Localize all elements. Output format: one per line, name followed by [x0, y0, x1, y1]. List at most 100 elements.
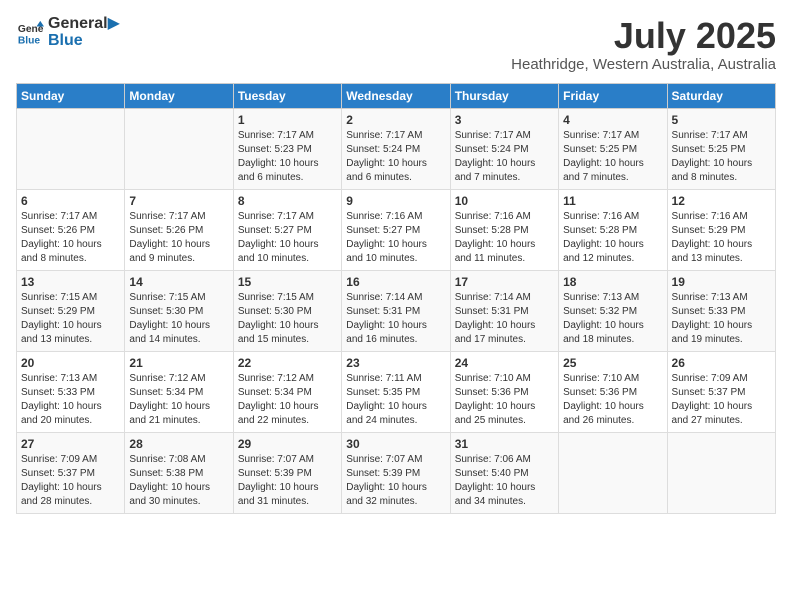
calendar-week-3: 13Sunrise: 7:15 AMSunset: 5:29 PMDayligh…	[17, 270, 776, 351]
calendar-cell: 30 Sunrise: 7:07 AMSunset: 5:39 PMDayligh…	[342, 432, 450, 513]
day-info: Sunrise: 7:16 AMSunset: 5:28 PMDaylight:…	[563, 210, 662, 266]
calendar-cell: 25Sunrise: 7:10 AMSunset: 5:36 PMDayligh…	[559, 351, 667, 432]
calendar-cell: 14Sunrise: 7:15 AMSunset: 5:30 PMDayligh…	[125, 270, 233, 351]
day-header-tuesday: Tuesday	[233, 83, 341, 108]
calendar-cell: 20Sunrise: 7:13 AMSunset: 5:33 PMDayligh…	[17, 351, 125, 432]
calendar-cell: 10 Sunrise: 7:16 AMSunset: 5:28 PMDayligh…	[450, 189, 558, 270]
day-number: 3	[455, 113, 554, 127]
day-info: Sunrise: 7:17 AMSunset: 5:26 PMDaylight:…	[129, 210, 228, 266]
calendar-cell	[17, 108, 125, 189]
calendar-cell: 31 Sunrise: 7:06 AMSunset: 5:40 PMDayligh…	[450, 432, 558, 513]
day-number: 12	[672, 194, 771, 208]
calendar-cell: 15 Sunrise: 7:15 AMSunset: 5:30 PMDayligh…	[233, 270, 341, 351]
calendar-cell: 26Sunrise: 7:09 AMSunset: 5:37 PMDayligh…	[667, 351, 775, 432]
calendar-cell	[667, 432, 775, 513]
day-number: 10	[455, 194, 554, 208]
calendar-cell: 12 Sunrise: 7:16 AMSunset: 5:29 PMDayligh…	[667, 189, 775, 270]
day-header-thursday: Thursday	[450, 83, 558, 108]
day-number: 28	[129, 437, 228, 451]
day-number: 19	[672, 275, 771, 289]
day-info: Sunrise: 7:09 AMSunset: 5:37 PMDaylight:…	[21, 453, 120, 509]
day-info: Sunrise: 7:12 AMSunset: 5:34 PMDaylight:…	[129, 372, 228, 428]
calendar-cell: 17 Sunrise: 7:14 AMSunset: 5:31 PMDayligh…	[450, 270, 558, 351]
day-number: 29	[238, 437, 337, 451]
calendar-cell: 3 Sunrise: 7:17 AMSunset: 5:24 PMDaylight…	[450, 108, 558, 189]
day-number: 17	[455, 275, 554, 289]
day-number: 24	[455, 356, 554, 370]
day-number: 18	[563, 275, 662, 289]
day-number: 22	[238, 356, 337, 370]
day-info: Sunrise: 7:07 AMSunset: 5:39 PMDaylight:…	[346, 453, 445, 509]
day-info: Sunrise: 7:09 AMSunset: 5:37 PMDaylight:…	[672, 372, 771, 428]
calendar-header-row: SundayMondayTuesdayWednesdayThursdayFrid…	[17, 83, 776, 108]
day-number: 6	[21, 194, 120, 208]
day-number: 31	[455, 437, 554, 451]
day-number: 20	[21, 356, 120, 370]
day-info: Sunrise: 7:16 AMSunset: 5:28 PMDaylight:…	[455, 210, 554, 266]
day-info: Sunrise: 7:17 AMSunset: 5:23 PMDaylight:…	[238, 129, 337, 185]
day-header-saturday: Saturday	[667, 83, 775, 108]
day-info: Sunrise: 7:15 AMSunset: 5:30 PMDaylight:…	[238, 291, 337, 347]
day-number: 5	[672, 113, 771, 127]
svg-text:Blue: Blue	[18, 35, 41, 46]
day-number: 9	[346, 194, 445, 208]
calendar-table: SundayMondayTuesdayWednesdayThursdayFrid…	[16, 83, 776, 514]
calendar-cell: 7Sunrise: 7:17 AMSunset: 5:26 PMDaylight…	[125, 189, 233, 270]
day-info: Sunrise: 7:06 AMSunset: 5:40 PMDaylight:…	[455, 453, 554, 509]
logo-icon: General Blue	[16, 19, 44, 47]
day-info: Sunrise: 7:16 AMSunset: 5:29 PMDaylight:…	[672, 210, 771, 266]
calendar-cell: 5Sunrise: 7:17 AMSunset: 5:25 PMDaylight…	[667, 108, 775, 189]
day-info: Sunrise: 7:17 AMSunset: 5:26 PMDaylight:…	[21, 210, 120, 266]
calendar-cell: 8 Sunrise: 7:17 AMSunset: 5:27 PMDaylight…	[233, 189, 341, 270]
day-number: 2	[346, 113, 445, 127]
calendar-cell: 24 Sunrise: 7:10 AMSunset: 5:36 PMDayligh…	[450, 351, 558, 432]
calendar-cell: 9 Sunrise: 7:16 AMSunset: 5:27 PMDaylight…	[342, 189, 450, 270]
calendar-cell: 21 Sunrise: 7:12 AMSunset: 5:34 PMDayligh…	[125, 351, 233, 432]
calendar-week-4: 20Sunrise: 7:13 AMSunset: 5:33 PMDayligh…	[17, 351, 776, 432]
day-info: Sunrise: 7:08 AMSunset: 5:38 PMDaylight:…	[129, 453, 228, 509]
logo: General Blue General▶ Blue	[16, 16, 120, 50]
calendar-cell: 6 Sunrise: 7:17 AMSunset: 5:26 PMDaylight…	[17, 189, 125, 270]
day-info: Sunrise: 7:12 AMSunset: 5:34 PMDaylight:…	[238, 372, 337, 428]
calendar-cell: 1 Sunrise: 7:17 AMSunset: 5:23 PMDaylight…	[233, 108, 341, 189]
day-info: Sunrise: 7:10 AMSunset: 5:36 PMDaylight:…	[563, 372, 662, 428]
calendar-cell	[125, 108, 233, 189]
calendar-body: 1 Sunrise: 7:17 AMSunset: 5:23 PMDaylight…	[17, 108, 776, 513]
month-title: July 2025	[511, 16, 776, 56]
calendar-cell: 16Sunrise: 7:14 AMSunset: 5:31 PMDayligh…	[342, 270, 450, 351]
day-number: 15	[238, 275, 337, 289]
calendar-cell: 13Sunrise: 7:15 AMSunset: 5:29 PMDayligh…	[17, 270, 125, 351]
calendar-cell: 18 Sunrise: 7:13 AMSunset: 5:32 PMDayligh…	[559, 270, 667, 351]
day-info: Sunrise: 7:17 AMSunset: 5:24 PMDaylight:…	[455, 129, 554, 185]
day-number: 4	[563, 113, 662, 127]
day-info: Sunrise: 7:10 AMSunset: 5:36 PMDaylight:…	[455, 372, 554, 428]
day-info: Sunrise: 7:16 AMSunset: 5:27 PMDaylight:…	[346, 210, 445, 266]
day-info: Sunrise: 7:14 AMSunset: 5:31 PMDaylight:…	[346, 291, 445, 347]
day-header-wednesday: Wednesday	[342, 83, 450, 108]
day-number: 27	[21, 437, 120, 451]
day-header-monday: Monday	[125, 83, 233, 108]
day-number: 8	[238, 194, 337, 208]
page-header: General Blue General▶ Blue July 2025 Hea…	[16, 16, 776, 73]
calendar-cell: 4Sunrise: 7:17 AMSunset: 5:25 PMDaylight…	[559, 108, 667, 189]
day-number: 23	[346, 356, 445, 370]
day-info: Sunrise: 7:17 AMSunset: 5:27 PMDaylight:…	[238, 210, 337, 266]
day-info: Sunrise: 7:14 AMSunset: 5:31 PMDaylight:…	[455, 291, 554, 347]
calendar-cell: 23Sunrise: 7:11 AMSunset: 5:35 PMDayligh…	[342, 351, 450, 432]
day-number: 14	[129, 275, 228, 289]
day-number: 21	[129, 356, 228, 370]
logo-blue-text: Blue	[48, 32, 83, 49]
calendar-cell: 2Sunrise: 7:17 AMSunset: 5:24 PMDaylight…	[342, 108, 450, 189]
day-info: Sunrise: 7:15 AMSunset: 5:29 PMDaylight:…	[21, 291, 120, 347]
calendar-cell	[559, 432, 667, 513]
calendar-week-1: 1 Sunrise: 7:17 AMSunset: 5:23 PMDaylight…	[17, 108, 776, 189]
location-title: Heathridge, Western Australia, Australia	[511, 56, 776, 73]
day-info: Sunrise: 7:07 AMSunset: 5:39 PMDaylight:…	[238, 453, 337, 509]
calendar-week-5: 27 Sunrise: 7:09 AMSunset: 5:37 PMDayligh…	[17, 432, 776, 513]
calendar-cell: 27 Sunrise: 7:09 AMSunset: 5:37 PMDayligh…	[17, 432, 125, 513]
day-info: Sunrise: 7:13 AMSunset: 5:32 PMDaylight:…	[563, 291, 662, 347]
day-number: 1	[238, 113, 337, 127]
day-number: 30	[346, 437, 445, 451]
calendar-cell: 11Sunrise: 7:16 AMSunset: 5:28 PMDayligh…	[559, 189, 667, 270]
calendar-week-2: 6 Sunrise: 7:17 AMSunset: 5:26 PMDaylight…	[17, 189, 776, 270]
